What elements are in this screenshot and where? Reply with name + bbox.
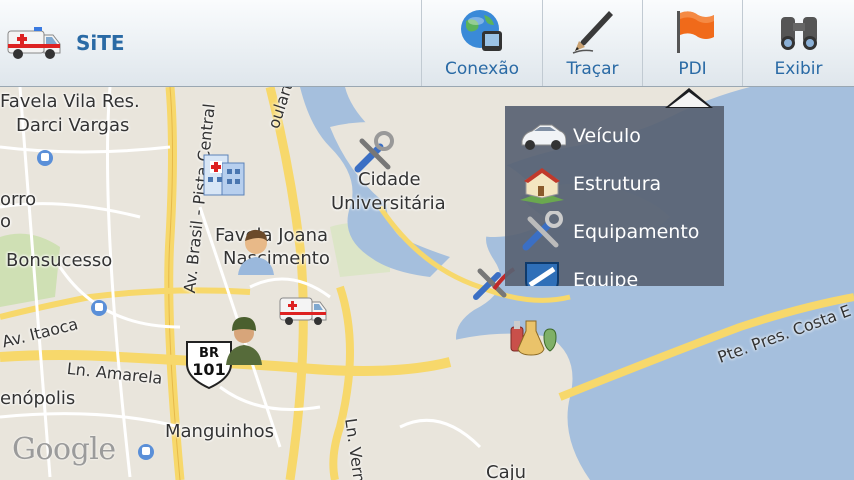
- chemicals-icon[interactable]: [508, 307, 558, 361]
- place-cidade-line2: Universitária: [331, 193, 446, 214]
- trace-label: Traçar: [566, 59, 619, 79]
- ambulance-icon: [6, 21, 62, 65]
- pdi-label: PDI: [678, 59, 707, 79]
- shield-icon: [517, 260, 567, 286]
- train-icon: [91, 300, 107, 316]
- connection-label: Conexão: [444, 59, 520, 79]
- popup-arrow-inner: [669, 92, 709, 107]
- soldier-icon[interactable]: [222, 313, 266, 369]
- trace-button[interactable]: Traçar: [542, 0, 642, 86]
- ambulance-icon[interactable]: [278, 290, 328, 334]
- shield-top: BR: [199, 346, 219, 361]
- view-button[interactable]: Exibir: [742, 0, 854, 86]
- place-favela-vila-line1: Favela Vila Res.: [0, 91, 140, 112]
- flag-icon: [669, 6, 717, 56]
- map-base: BR 101: [0, 87, 854, 480]
- menu-item-equipment[interactable]: Equipamento: [505, 208, 724, 256]
- tools-icon[interactable]: [352, 131, 396, 181]
- menu-item-vehicle[interactable]: Veículo: [505, 112, 724, 160]
- place-bonsucesso: Bonsucesso: [6, 250, 113, 271]
- place-manguinhos: Manguinhos: [165, 421, 275, 442]
- action-bar: SiTE Conexão Traçar PDI Exibir: [0, 0, 854, 87]
- menu-item-structure-label: Estrutura: [573, 173, 662, 195]
- google-attribution: Google: [12, 432, 116, 467]
- menu-item-structure[interactable]: Estrutura: [505, 160, 724, 208]
- place-morro-line1: orro: [0, 189, 37, 210]
- shield-bottom: 101: [192, 360, 225, 379]
- building-icon: [517, 164, 567, 204]
- tools-icon: [517, 211, 567, 252]
- user-icon[interactable]: [234, 227, 278, 279]
- train-icon: [138, 444, 154, 460]
- car-icon: [517, 116, 567, 156]
- place-penopolis: enópolis: [0, 388, 76, 409]
- view-label: Exibir: [774, 59, 823, 79]
- map-view[interactable]: BR 101 Favela Vila Res. Darci Vargas orr…: [0, 87, 854, 480]
- menu-item-vehicle-label: Veículo: [573, 125, 641, 147]
- menu-item-team[interactable]: Equipe: [505, 256, 724, 286]
- hospital-icon[interactable]: [200, 147, 248, 201]
- train-icon: [37, 150, 53, 166]
- pencil-icon: [569, 6, 617, 56]
- menu-item-equipment-label: Equipamento: [573, 221, 700, 243]
- app-brand: SiTE: [0, 0, 421, 86]
- place-morro-line2: o: [0, 211, 12, 232]
- connection-button[interactable]: Conexão: [421, 0, 542, 86]
- place-caju: Caju: [486, 462, 527, 480]
- binoculars-icon: [775, 6, 823, 56]
- pdi-button[interactable]: PDI: [642, 0, 742, 86]
- pdi-menu: Veículo Estrutura Equipamento Equipe: [505, 106, 724, 286]
- globe-device-icon: [458, 6, 506, 56]
- menu-item-team-label: Equipe: [573, 269, 639, 286]
- app-title: SiTE: [76, 31, 125, 55]
- place-favela-vila-line2: Darci Vargas: [16, 115, 130, 136]
